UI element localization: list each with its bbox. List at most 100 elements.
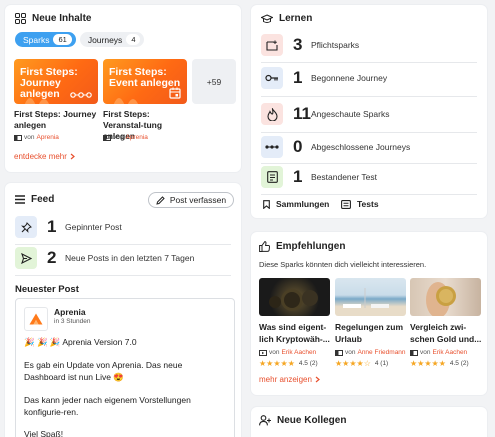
rating-stars: ★★★★★: [259, 359, 295, 368]
divider: [15, 244, 231, 245]
book-icon: [14, 134, 22, 141]
neue-kollegen-card: Neue Kollegen: [251, 407, 487, 437]
author-prefix: von: [269, 349, 280, 356]
post-line: Es gab ein Update von Aprenia. Das neue …: [24, 360, 183, 382]
author-name[interactable]: Erik Aachen: [281, 349, 316, 356]
test-icon: [261, 166, 283, 188]
mehr-anzeigen-link[interactable]: mehr anzeigen: [259, 375, 320, 384]
neuester-post-title: Neuester Post: [15, 284, 79, 295]
star-rating: ★★★★☆ 4 (1): [335, 359, 388, 368]
tab-journeys-label: Journeys: [87, 34, 123, 45]
entdecke-mehr-label: entdecke mehr: [14, 152, 67, 161]
neue-inhalte-header: Neue Inhalte: [15, 13, 91, 24]
empfehlungen-subtitle: Diese Sparks könnten dich vielleicht int…: [259, 260, 427, 269]
recommendation-title[interactable]: Was sind eigent-lich Kryptowäh-...: [259, 321, 333, 345]
tab-journeys[interactable]: Journeys 4: [79, 32, 145, 47]
stat-value: 11: [293, 104, 311, 123]
author-name[interactable]: Aprenia: [36, 134, 58, 141]
stat-gepinnter-post[interactable]: 1 Gepinnter Post: [15, 216, 122, 238]
recommendation-title[interactable]: Regelungen zum Urlaub: [335, 321, 409, 345]
spark-thumbnail[interactable]: First Steps: Event anlegen: [103, 59, 187, 104]
stat-label: Bestandener Test: [311, 172, 377, 182]
flame-icon: [261, 103, 283, 125]
post-card[interactable]: Aprenia in 3 Stunden 🎉 🎉 🎉 Aprenia Versi…: [15, 298, 235, 437]
author-name[interactable]: Anne Friedmann: [357, 349, 405, 356]
add-user-icon: [259, 415, 271, 426]
stat-bestandener-test[interactable]: 1 Bestandener Test: [261, 166, 377, 188]
stat-label: Abgeschlossene Journeys: [311, 142, 411, 152]
pflicht-icon: [261, 34, 283, 56]
spark-thumbnail[interactable]: First Steps: Journey anlegen: [14, 59, 98, 104]
more-sparks-count: +59: [206, 76, 222, 87]
pencil-icon: [156, 195, 165, 205]
beach-image[interactable]: [335, 278, 406, 316]
rating-stars: ★★★★☆: [335, 359, 371, 368]
rating-value: 4 (1): [374, 360, 389, 367]
journey-dots-icon: [70, 92, 92, 98]
post-verfassen-label: Post verfassen: [169, 195, 227, 205]
star-rating: ★★★★★ 4.5 (2): [410, 359, 469, 368]
author-name[interactable]: Erik Aachen: [432, 349, 467, 356]
grid-icon: [15, 13, 26, 24]
list-icon: [341, 199, 351, 209]
spark-author: von Aprenia: [14, 134, 59, 141]
divider: [261, 96, 477, 97]
tab-tests[interactable]: Tests: [341, 199, 379, 209]
tab-sparks-count: 61: [53, 34, 72, 45]
stat-abgeschlossene-journeys[interactable]: 0 Abgeschlossene Journeys: [261, 136, 410, 158]
recommendation-title[interactable]: Vergleich zwi-schen Gold und...: [410, 321, 484, 345]
bitcoin-image[interactable]: [259, 278, 330, 316]
chevron-right-icon: [70, 153, 75, 160]
stat-angeschaute-sparks[interactable]: 11 Angeschaute Sparks: [261, 103, 389, 125]
stat-value: 2: [47, 248, 57, 267]
neue-inhalte-card: Neue Inhalte Sparks 61 Journeys 4 First …: [5, 5, 241, 172]
star-rating: ★★★★★ 4.5 (2): [259, 359, 318, 368]
tab-sammlungen-label: Sammlungen: [276, 199, 330, 209]
book-icon: [103, 134, 111, 141]
entdecke-mehr-link[interactable]: entdecke mehr: [14, 152, 75, 161]
stat-value: 1: [293, 167, 303, 186]
divider: [15, 275, 231, 276]
author-prefix: von: [24, 134, 35, 141]
stat-neue-posts[interactable]: 2 Neue Posts in den letzten 7 Tagen: [15, 247, 194, 269]
lernen-header: Lernen: [261, 13, 312, 24]
stat-begonnene-journey[interactable]: 1 Begonnene Journey: [261, 67, 387, 89]
feed-title: Feed: [31, 194, 55, 205]
neue-inhalte-title: Neue Inhalte: [32, 13, 92, 24]
gold-coin-image[interactable]: [410, 278, 481, 316]
empfehlungen-title: Empfehlungen: [276, 241, 346, 252]
bookmark-icon: [263, 199, 270, 209]
post-line: Das kann jeder nach eigenem Vorstellunge…: [24, 395, 191, 417]
post-time: in 3 Stunden: [54, 318, 91, 325]
lernen-title: Lernen: [279, 13, 313, 24]
post-line: 🎉 🎉 🎉 Aprenia Version 7.0: [24, 337, 137, 347]
stat-pflichtsparks[interactable]: 3 Pflichtsparks: [261, 34, 359, 56]
author-prefix: von: [420, 349, 431, 356]
thumbnail-title: First Steps: Event anlegen: [109, 66, 181, 89]
feed-header: Feed: [15, 194, 54, 205]
recommendation-author: von Anne Friedmann: [335, 349, 406, 356]
lernen-card: Lernen 3 Pflichtsparks 1 Begonnene Journ…: [251, 5, 487, 218]
key-icon: [261, 67, 283, 89]
book-icon: [410, 349, 418, 356]
tab-sparks[interactable]: Sparks 61: [15, 32, 76, 47]
thumbs-up-icon: [259, 241, 270, 252]
mehr-anzeigen-label: mehr anzeigen: [259, 375, 312, 384]
post-author[interactable]: Aprenia: [54, 307, 86, 317]
feed-card: Feed Post verfassen 1 Gepinnter Post 2 N…: [5, 183, 241, 437]
neue-kollegen-title: Neue Kollegen: [277, 415, 347, 426]
post-verfassen-button[interactable]: Post verfassen: [148, 192, 234, 208]
calendar-icon: [169, 87, 181, 99]
recommendation-author: von Erik Aachen: [410, 349, 467, 356]
author-prefix: von: [345, 349, 356, 356]
spark-title[interactable]: First Steps: Journey anlegen: [14, 109, 100, 131]
recommendation-author: von Erik Aachen: [259, 349, 316, 356]
feed-lines-icon: [15, 195, 25, 204]
more-sparks-tile[interactable]: +59: [192, 59, 236, 104]
stat-value: 0: [293, 137, 303, 156]
pin-icon: [15, 216, 37, 238]
stat-value: 1: [47, 217, 57, 236]
divider: [261, 163, 477, 164]
author-name[interactable]: Aprenia: [125, 134, 147, 141]
tab-sammlungen[interactable]: Sammlungen: [263, 199, 329, 209]
